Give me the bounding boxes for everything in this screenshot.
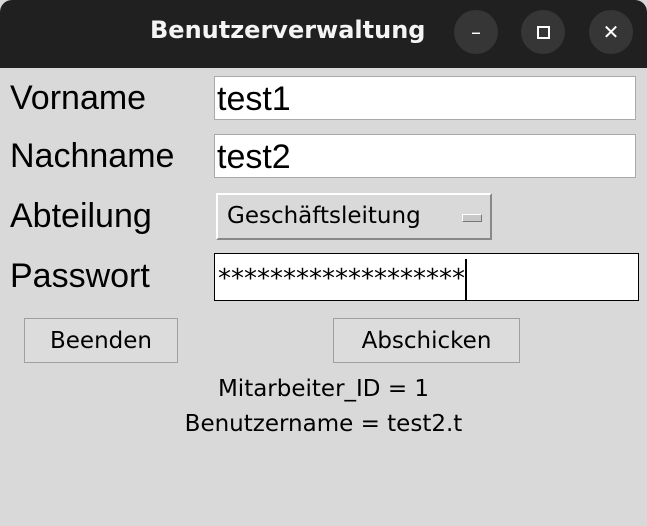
title-bar: Benutzerverwaltung – ✕ [0, 0, 647, 68]
nachname-label: Nachname [10, 137, 175, 175]
text-cursor [465, 258, 467, 301]
vorname-input[interactable]: test1 [214, 76, 636, 120]
mitarbeiter-id-text: Mitarbeiter_ID = 1 [217, 376, 430, 402]
abschicken-button[interactable]: Abschicken [333, 318, 520, 363]
nachname-input[interactable]: test2 [214, 134, 636, 178]
dropdown-indicator-icon [462, 214, 482, 222]
passwort-value: ******************* [218, 264, 465, 294]
passwort-input[interactable]: ******************* [214, 253, 639, 301]
beenden-button[interactable]: Beenden [24, 318, 178, 363]
benutzername-text: Benutzername = test2.t [184, 411, 463, 437]
abteilung-label: Abteilung [10, 197, 152, 235]
minimize-icon: – [471, 20, 481, 44]
maximize-icon [536, 25, 550, 39]
abteilung-dropdown[interactable]: Geschäftsleitung [216, 193, 492, 240]
maximize-button[interactable] [521, 10, 565, 54]
abteilung-value: Geschäftsleitung [227, 203, 421, 229]
passwort-label: Passwort [10, 257, 150, 295]
window-title: Benutzerverwaltung [150, 16, 426, 44]
close-icon: ✕ [602, 20, 620, 44]
close-button[interactable]: ✕ [589, 10, 633, 54]
minimize-button[interactable]: – [454, 10, 498, 54]
vorname-label: Vorname [10, 79, 147, 117]
